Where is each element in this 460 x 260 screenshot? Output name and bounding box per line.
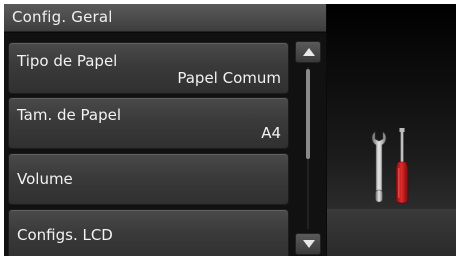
menu-item-value: A4	[261, 124, 281, 142]
scroll-thumb[interactable]	[306, 69, 310, 159]
wrench-screwdriver-icon	[371, 128, 409, 204]
menu-item-tipo-de-papel[interactable]: Tipo de Papel Papel Comum	[8, 42, 289, 94]
menu-item-configs-lcd[interactable]: Configs. LCD	[8, 209, 289, 256]
triangle-down-icon	[303, 240, 315, 248]
triangle-up-icon	[303, 48, 315, 56]
scrollbar[interactable]	[295, 41, 321, 255]
page-title: Config. Geral	[12, 8, 113, 26]
scroll-up-button[interactable]	[295, 41, 321, 63]
menu-item-volume[interactable]: Volume	[8, 153, 289, 205]
menu-item-value: Papel Comum	[177, 69, 281, 87]
lcd-screen: Config. Geral Tipo de Papel Papel Comum …	[4, 4, 456, 256]
settings-list: Tipo de Papel Papel Comum Tam. de Papel …	[4, 33, 326, 256]
panel-floor	[327, 209, 456, 256]
menu-item-tam-de-papel[interactable]: Tam. de Papel A4	[8, 97, 289, 149]
illustration-panel	[327, 4, 456, 256]
scroll-down-button[interactable]	[295, 233, 321, 255]
menu-item-label: Configs. LCD	[17, 226, 113, 244]
title-bar: Config. Geral	[4, 4, 326, 32]
menu-item-label: Tam. de Papel	[17, 106, 122, 124]
menu-item-label: Tipo de Papel	[17, 52, 118, 70]
menu-item-label: Volume	[17, 170, 73, 188]
